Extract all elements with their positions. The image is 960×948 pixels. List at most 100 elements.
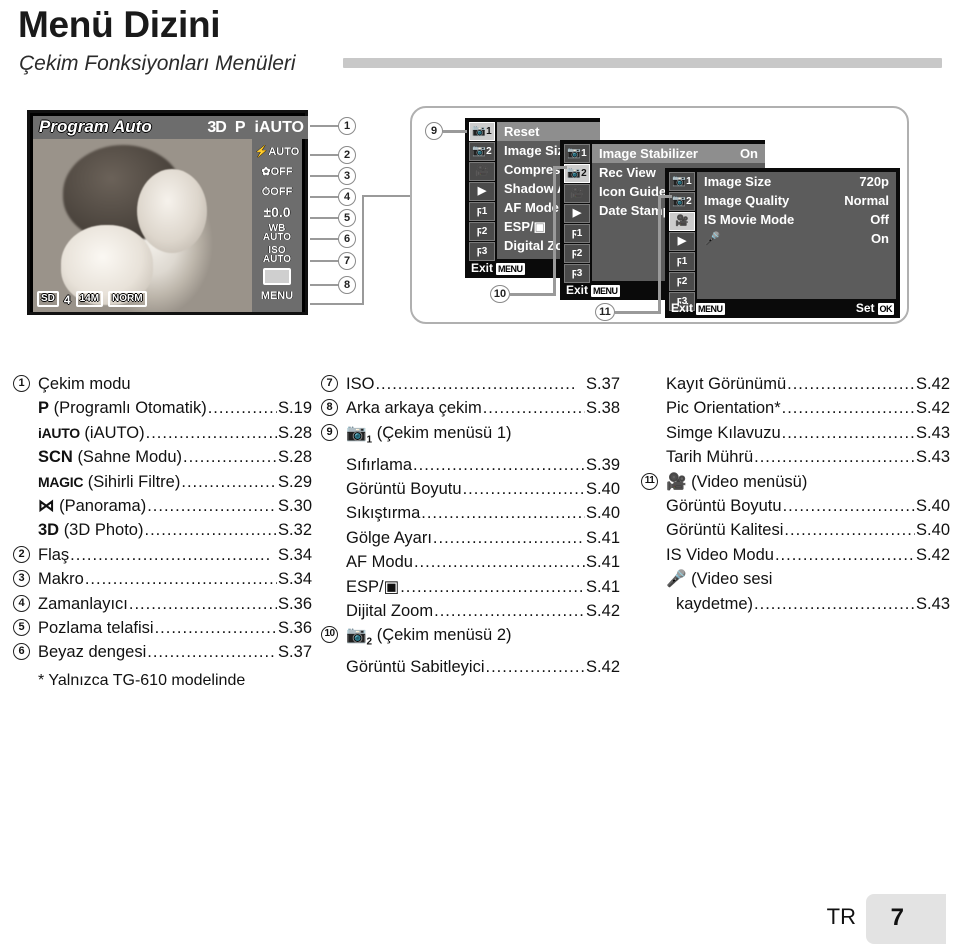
menu-row-value: On (739, 146, 758, 161)
menu-row[interactable]: Image Quality Normal (697, 191, 896, 210)
leader-menu-v (362, 195, 364, 305)
leader-dots: .................................... (144, 521, 277, 540)
entry-page: S.43 (916, 448, 950, 467)
entry-page: S.40 (916, 521, 950, 540)
entry-page: S.32 (278, 521, 312, 540)
menu-tabs-2[interactable]: 📷 1 📷 2 🎥 ▶ ϝ1 ϝ2 ϝ3 (564, 144, 590, 283)
iso-icon: ISO AUTO (262, 245, 292, 265)
mode-p-icon: P (234, 118, 246, 136)
tab-camera2[interactable]: 📷 2 (669, 192, 695, 211)
index-entry: 5 Pozlama telafisi .....................… (13, 616, 312, 640)
menu-row[interactable]: Image Stabilizer On (592, 144, 765, 163)
set-hint[interactable]: Set OK (856, 301, 894, 315)
menu-row[interactable]: Reset (497, 122, 600, 141)
entry-page: S.28 (278, 448, 312, 467)
menu-row-label: Image Stabilizer (599, 146, 698, 161)
tab-movie[interactable]: 🎥 (564, 184, 590, 203)
leader-dots: .................................... (413, 455, 586, 474)
index-entry: Görüntü Boyutu .........................… (666, 494, 950, 518)
mode-panorama-icon: ⋈ (38, 497, 55, 516)
entry-page: S.42 (916, 399, 950, 418)
menu-row-label: Reset (504, 124, 540, 139)
entry-label: Simge Kılavuzu (666, 423, 781, 442)
menu-row[interactable]: IS Movie Mode Off (697, 210, 896, 229)
menu-row-label: Rec View (599, 165, 656, 180)
entry-label: (Panorama) (59, 497, 147, 516)
index-entry: iAUTO (iAUTO) ..........................… (38, 421, 312, 445)
tab-camera2[interactable]: 📷 2 (564, 164, 590, 183)
leader-dots: .................................... (147, 497, 277, 516)
tab-setup3[interactable]: ϝ3 (469, 242, 495, 261)
exit-hint[interactable]: Exit MENU (471, 261, 525, 275)
callout-10: 10 (490, 285, 510, 303)
tab-playback[interactable]: ▶ (469, 182, 495, 201)
menu-row[interactable]: Image Size 720p (697, 172, 896, 191)
tab-setup2[interactable]: ϝ2 (669, 272, 695, 291)
entry-label: Pozlama telafisi (38, 619, 154, 638)
menu-items-3[interactable]: Image Size 720p Image Quality Normal IS … (697, 172, 896, 299)
entry-number: 8 (321, 399, 338, 417)
header-divider (343, 58, 942, 68)
leader-4 (310, 196, 338, 198)
menu-row-label: Icon Guide (599, 184, 667, 199)
tab-setup2[interactable]: ϝ2 (469, 222, 495, 241)
menu-row[interactable]: 🎤 On (697, 229, 896, 248)
leader-11-t (658, 195, 672, 198)
callout-5: 5 (338, 209, 356, 227)
tab-setup2[interactable]: ϝ2 (564, 244, 590, 263)
leader-dots: .................................... (147, 643, 277, 662)
menu-tabs-1[interactable]: 📷 1 📷 2 🎥 ▶ ϝ1 ϝ2 ϝ3 (469, 122, 495, 261)
menu-tabs-3[interactable]: 📷 1 📷 2 🎥 ▶ ϝ1 ϝ2 ϝ3 (669, 172, 695, 311)
leader-dots: .................................... (128, 594, 278, 613)
page-subtitle: Çekim Fonksiyonları Menüleri (19, 52, 296, 75)
menu-panel-movie[interactable]: 📷 1 📷 2 🎥 ▶ ϝ1 ϝ2 ϝ3 Image Size 720p Image… (665, 168, 900, 318)
tab-playback[interactable]: ▶ (564, 204, 590, 223)
entry-page: S.36 (278, 619, 312, 638)
entry-label: AF Modu (346, 553, 413, 572)
index-entry: 3 Makro ................................… (13, 567, 312, 591)
tab-camera2[interactable]: 📷 2 (469, 142, 495, 161)
flash-auto-icon: ⚡ AUTO (254, 145, 300, 158)
entry-number: 5 (13, 619, 30, 637)
entry-label: Sıfırlama (346, 455, 413, 474)
tab-camera1[interactable]: 📷 1 (469, 122, 495, 141)
menu-row-label: Image Size (704, 174, 772, 189)
tab-movie[interactable]: 🎥 (669, 212, 695, 231)
entry-page: S.37 (586, 375, 620, 393)
entry-page: S.28 (278, 423, 312, 442)
tab-setup1[interactable]: ϝ1 (564, 224, 590, 243)
index-entry: SCN (Sahne Modu) .......................… (38, 445, 312, 469)
entry-page: S.41 (586, 528, 620, 547)
tab-setup3[interactable]: ϝ3 (564, 264, 590, 283)
tab-camera1[interactable]: 📷 1 (564, 144, 590, 163)
menu-key-badge: MENU (591, 285, 620, 297)
exit-hint[interactable]: Exit MENU (671, 301, 725, 315)
leader-dots: .................................... (482, 399, 585, 418)
entry-label: Zamanlayıcı (38, 594, 128, 613)
entry-label: (Video menüsü) (691, 472, 808, 491)
index-entry: Simge Kılavuzu .........................… (666, 421, 950, 445)
tab-setup1[interactable]: ϝ1 (469, 202, 495, 221)
entry-number: 1 (13, 375, 30, 392)
entry-page: S.40 (916, 497, 950, 516)
index-entry: Tarih Mührü ............................… (666, 445, 950, 469)
index-entry: Kayıt Görünümü .........................… (666, 372, 950, 396)
index-column-3: Kayıt Görünümü .........................… (640, 372, 950, 616)
tab-movie[interactable]: 🎥 (469, 162, 495, 181)
entry-page: S.43 (916, 594, 950, 613)
tab-setup1[interactable]: ϝ1 (669, 252, 695, 271)
entry-label: (Çekim menüsü 1) (376, 423, 512, 442)
entry-page: S.42 (586, 658, 620, 677)
tab-camera1[interactable]: 📷 1 (669, 172, 695, 191)
tab-playback[interactable]: ▶ (669, 232, 695, 251)
lcd-bottom-status: SD 4 14M NORM (37, 291, 147, 307)
index-entry: kaydetme) ..............................… (666, 592, 950, 616)
leader-6 (310, 238, 338, 240)
mode-3d-glyph: 3D (38, 521, 60, 540)
index-entry: 3D (3D Photo) ..........................… (38, 518, 312, 542)
leader-dots: .................................... (754, 594, 916, 613)
exit-hint[interactable]: Exit MENU (566, 283, 620, 297)
index-entry: 1 Çekim modu (13, 372, 312, 396)
entry-page: S.40 (586, 504, 620, 523)
entry-page: S.38 (586, 399, 620, 418)
